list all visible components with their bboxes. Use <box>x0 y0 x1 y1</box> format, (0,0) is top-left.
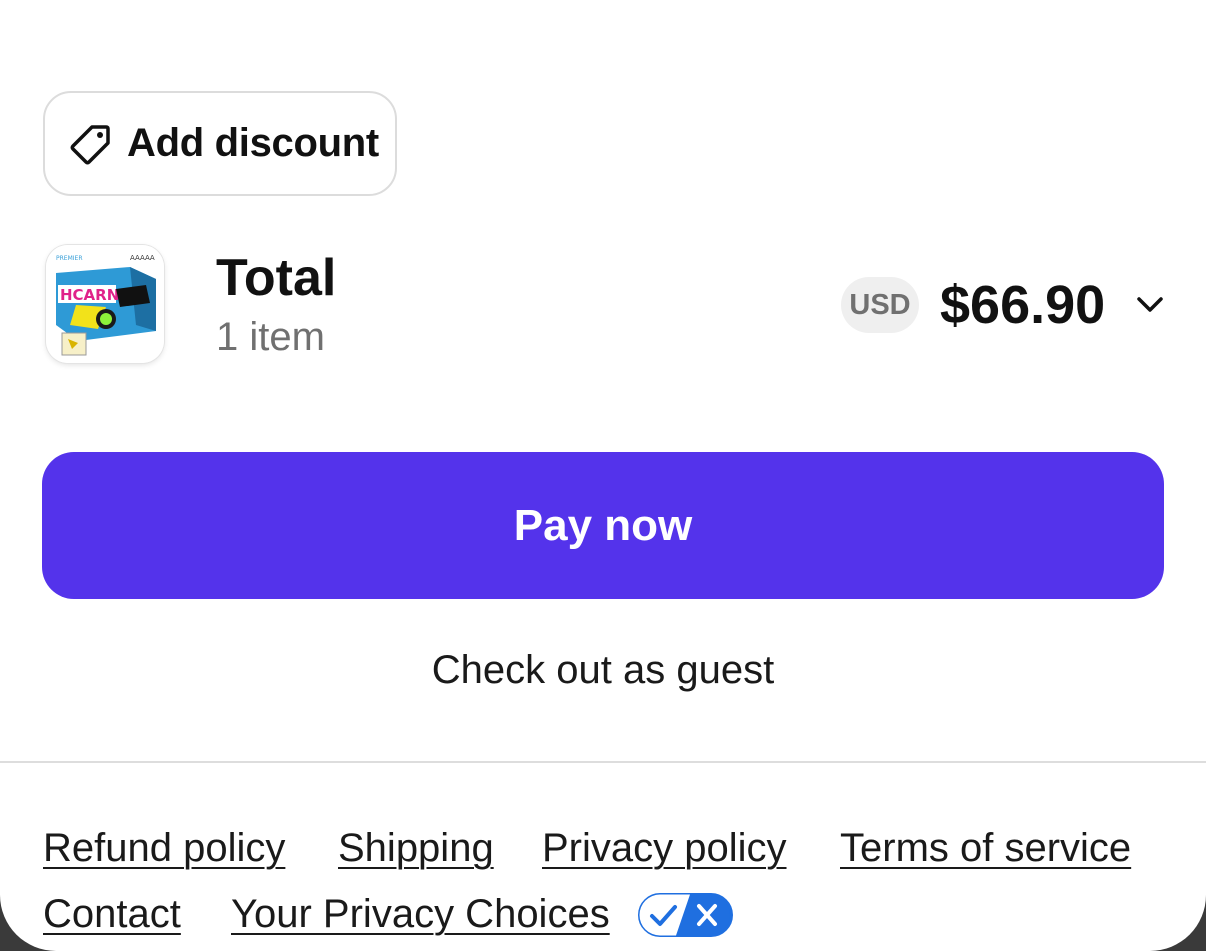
checkout-as-guest-link[interactable]: Check out as guest <box>0 648 1206 693</box>
chevron-down-icon[interactable] <box>1134 288 1166 320</box>
privacy-policy-link[interactable]: Privacy policy <box>542 826 787 871</box>
your-privacy-choices-link[interactable]: Your Privacy Choices <box>231 892 610 937</box>
svg-text:AAAAA: AAAAA <box>130 254 155 262</box>
shipping-link[interactable]: Shipping <box>338 826 494 871</box>
total-label: Total <box>216 249 337 307</box>
privacy-options-toggle-icon[interactable] <box>638 893 733 937</box>
divider <box>0 761 1206 763</box>
add-discount-button[interactable]: Add discount <box>43 91 397 196</box>
currency-badge: USD <box>841 277 919 333</box>
total-amount: $66.90 <box>940 275 1106 335</box>
pay-now-button[interactable]: Pay now <box>42 452 1164 599</box>
refund-policy-link[interactable]: Refund policy <box>43 826 285 871</box>
add-discount-label: Add discount <box>127 121 379 165</box>
terms-of-service-link[interactable]: Terms of service <box>840 826 1131 871</box>
product-thumbnail: PREMIER AAAAA HCARNY <box>46 245 164 363</box>
tag-icon <box>69 122 113 166</box>
svg-text:PREMIER: PREMIER <box>56 255 82 262</box>
contact-link[interactable]: Contact <box>43 892 181 937</box>
item-count: 1 item <box>216 315 325 359</box>
checkout-sheet: Add discount PREMIER AAAAA HCARNY Total … <box>0 0 1206 951</box>
